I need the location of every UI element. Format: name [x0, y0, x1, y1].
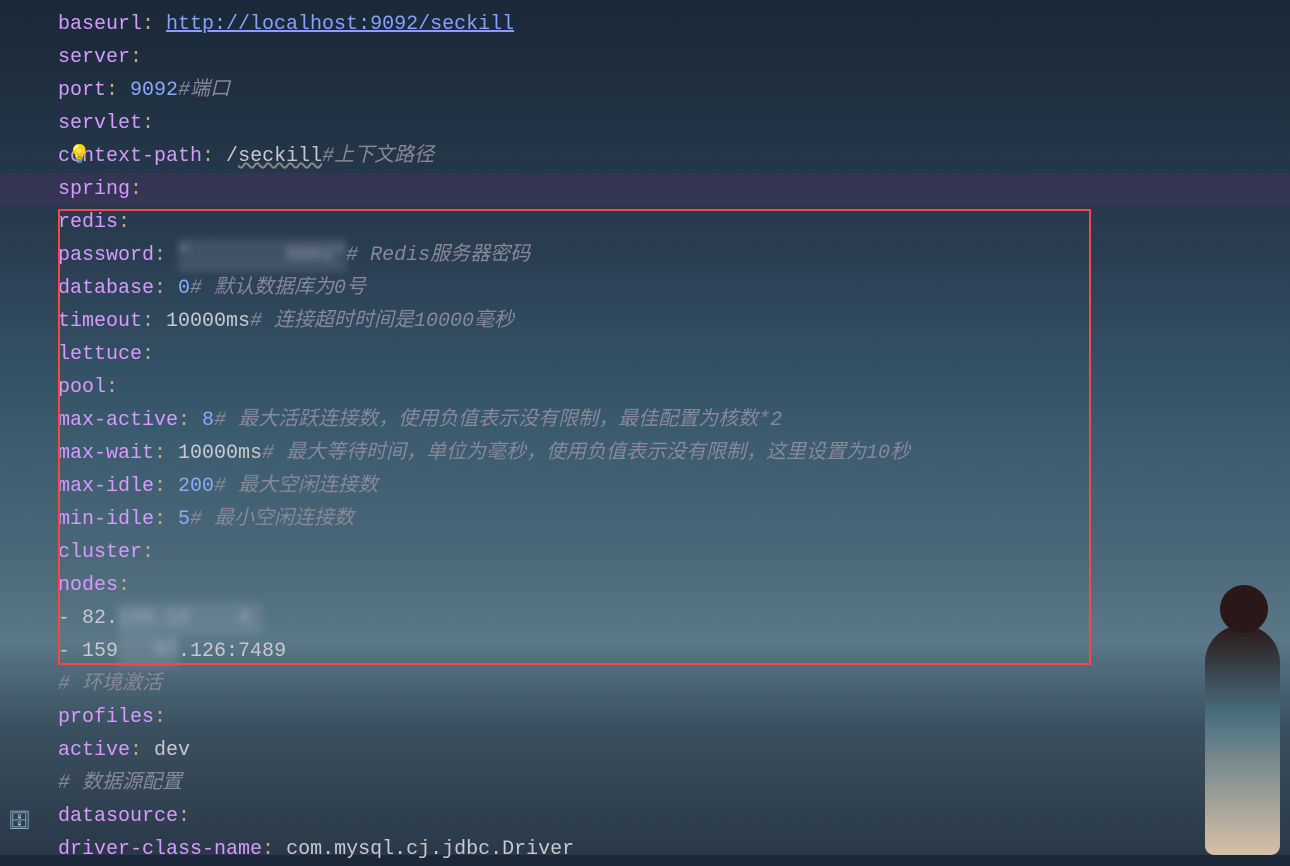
line-spring[interactable]: spring: [0, 173, 1290, 206]
line-nodes[interactable]: nodes: [58, 569, 1290, 602]
key-active: active [58, 734, 130, 767]
line-password[interactable]: password: " 8082" # Redis服务器密码 [58, 239, 1290, 272]
val-max-active: 8 [202, 404, 214, 437]
line-profiles[interactable]: profiles: [58, 701, 1290, 734]
key-cluster: cluster [58, 536, 142, 569]
comment-port: #端口 [178, 74, 230, 107]
background-character [1180, 575, 1290, 855]
line-min-idle[interactable]: min-idle: 5 # 最小空闲连接数 [58, 503, 1290, 536]
comment-context-path: #上下文路径 [322, 140, 434, 173]
val-min-idle: 5 [178, 503, 190, 536]
line-timeout[interactable]: timeout: 10000ms # 连接超时时间是10000毫秒 [58, 305, 1290, 338]
key-max-wait: max-wait [58, 437, 154, 470]
line-server[interactable]: server: [58, 41, 1290, 74]
line-redis[interactable]: redis: [58, 206, 1290, 239]
key-baseurl: baseurl [58, 8, 142, 41]
comment-max-active: # 最大活跃连接数，使用负值表示没有限制，最佳配置为核数*2 [214, 404, 782, 437]
key-database: database [58, 272, 154, 305]
val-max-idle: 200 [178, 470, 214, 503]
key-redis: redis [58, 206, 118, 239]
line-datasource[interactable]: datasource: [58, 800, 1290, 833]
line-node1[interactable]: - 82.156.15 4 [58, 602, 1290, 635]
line-active[interactable]: active: dev [58, 734, 1290, 767]
code-editor[interactable]: baseurl: http://localhost:9092/seckill s… [0, 8, 1290, 866]
comment-database: # 默认数据库为0号 [190, 272, 366, 305]
redacted-node1: 156.15 4 [118, 602, 262, 635]
url-baseurl[interactable]: http://localhost:9092/seckill [166, 8, 514, 41]
comment-profiles: # 环境激活 [58, 668, 162, 701]
key-port: port [58, 74, 106, 107]
key-nodes: nodes [58, 569, 118, 602]
line-max-idle[interactable]: max-idle: 200 # 最大空闲连接数 [58, 470, 1290, 503]
comment-password: # Redis服务器密码 [346, 239, 530, 272]
key-lettuce: lettuce [58, 338, 142, 371]
key-max-idle: max-idle [58, 470, 154, 503]
line-max-wait[interactable]: max-wait: 10000ms # 最大等待时间，单位为毫秒，使用负值表示没… [58, 437, 1290, 470]
line-profiles-comment[interactable]: # 环境激活 [58, 668, 1290, 701]
key-servlet: servlet [58, 107, 142, 140]
key-spring: spring [58, 173, 130, 206]
key-min-idle: min-idle [58, 503, 154, 536]
redacted-password: " 8082" [178, 239, 346, 272]
key-profiles: profiles [58, 701, 154, 734]
val-context-path: seckill [238, 140, 322, 173]
line-max-active[interactable]: max-active: 8 # 最大活跃连接数，使用负值表示没有限制，最佳配置为… [58, 404, 1290, 437]
line-cluster[interactable]: cluster: [58, 536, 1290, 569]
comment-datasource: # 数据源配置 [58, 767, 182, 800]
comment-max-idle: # 最大空闲连接数 [214, 470, 378, 503]
key-server: server [58, 41, 130, 74]
key-max-active: max-active [58, 404, 178, 437]
key-timeout: timeout [58, 305, 142, 338]
val-max-wait: 10000ms [178, 437, 262, 470]
val-database: 0 [178, 272, 190, 305]
key-pool: pool [58, 371, 106, 404]
line-pool[interactable]: pool: [58, 371, 1290, 404]
line-servlet[interactable]: servlet: [58, 107, 1290, 140]
comment-timeout: # 连接超时时间是10000毫秒 [250, 305, 514, 338]
val-port: 9092 [130, 74, 178, 107]
key-datasource: datasource [58, 800, 178, 833]
database-icon[interactable]: 🗄 [8, 806, 31, 839]
lightbulb-icon[interactable]: 💡 [68, 140, 90, 173]
line-node2[interactable]: - 159 97.126:7489 [58, 635, 1290, 668]
line-datasource-comment[interactable]: # 数据源配置 [58, 767, 1290, 800]
key-driver: driver-class-name [58, 833, 262, 866]
redacted-node2: 97 [118, 635, 178, 668]
val-active: dev [154, 734, 190, 767]
line-database[interactable]: database: 0 # 默认数据库为0号 [58, 272, 1290, 305]
comment-max-wait: # 最大等待时间，单位为毫秒，使用负值表示没有限制，这里设置为10秒 [262, 437, 910, 470]
line-baseurl[interactable]: baseurl: http://localhost:9092/seckill [58, 8, 1290, 41]
comment-min-idle: # 最小空闲连接数 [190, 503, 354, 536]
line-port[interactable]: port: 9092 #端口 [58, 74, 1290, 107]
val-timeout: 10000ms [166, 305, 250, 338]
val-driver: com.mysql.cj.jdbc.Driver [286, 833, 574, 866]
line-lettuce[interactable]: lettuce: [58, 338, 1290, 371]
key-password: password [58, 239, 154, 272]
line-driver[interactable]: driver-class-name: com.mysql.cj.jdbc.Dri… [58, 833, 1290, 866]
line-context-path[interactable]: context-path: /seckill #上下文路径 [58, 140, 1290, 173]
